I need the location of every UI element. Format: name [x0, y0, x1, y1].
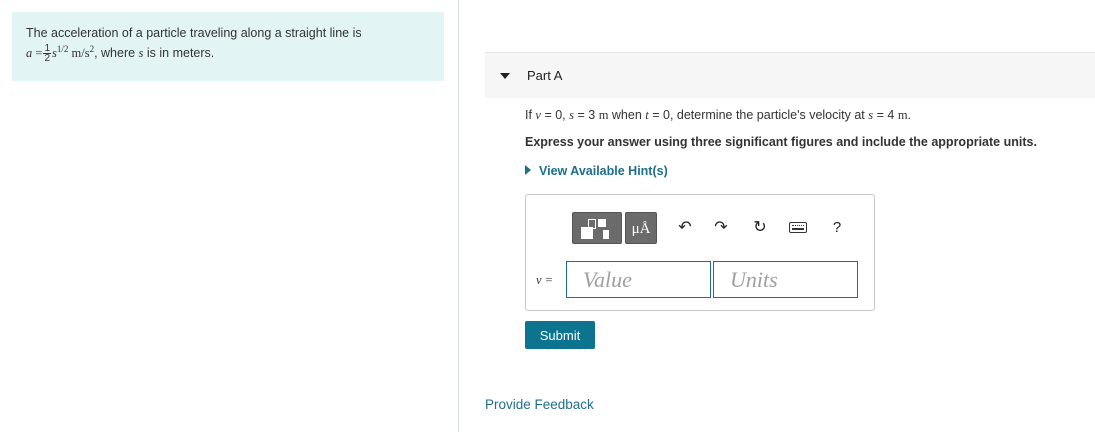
part-title: Part A: [527, 68, 563, 83]
keyboard-icon[interactable]: [786, 212, 810, 244]
q-eq2: = 3: [574, 108, 599, 122]
q-end: .: [907, 108, 912, 122]
eq-fraction: 12: [43, 44, 51, 65]
view-hints-link[interactable]: View Available Hint(s): [525, 164, 668, 178]
left-column: The acceleration of a particle traveling…: [0, 0, 459, 432]
answer-variable-label: v =: [536, 273, 554, 287]
eq-equals: =: [32, 46, 43, 61]
eq-frac-den: 2: [44, 53, 50, 65]
templates-icon-part: [603, 230, 609, 239]
q-when: when: [608, 108, 646, 122]
problem-line-1: The acceleration of a particle traveling…: [26, 26, 362, 40]
question-text: If v = 0, s = 3 m when t = 0, determine …: [525, 108, 911, 123]
value-input[interactable]: [567, 262, 710, 297]
keyboard-glyph: [789, 222, 807, 233]
answer-box: μÅ ↶ ↷ ↻ ? v =: [525, 194, 875, 311]
templates-button[interactable]: [572, 212, 622, 244]
eq-exponent: 1/2: [56, 44, 69, 54]
caret-right-icon: [525, 165, 531, 175]
eq-tail-2: is in meters.: [143, 46, 215, 61]
submit-button[interactable]: Submit: [525, 321, 595, 349]
templates-icon-part: [598, 219, 606, 227]
q-m: m: [598, 108, 609, 122]
redo-icon[interactable]: ↷: [709, 212, 733, 244]
reset-icon[interactable]: ↻: [748, 212, 772, 244]
templates-icon-part: [581, 227, 593, 239]
q-m2: m: [897, 108, 908, 122]
hint-label: View Available Hint(s): [539, 164, 668, 178]
units-button[interactable]: μÅ: [625, 212, 657, 244]
q-prefix: If: [525, 108, 536, 122]
eq-tail-1: , where: [94, 46, 139, 61]
eq-unit: m/s: [68, 46, 90, 61]
q-eq4: = 4: [873, 108, 898, 122]
units-input[interactable]: [714, 262, 857, 297]
help-icon[interactable]: ?: [825, 212, 849, 244]
q-eq3: = 0, determine the particle's velocity a…: [648, 108, 869, 122]
value-field[interactable]: [566, 261, 711, 298]
provide-feedback-link[interactable]: Provide Feedback: [485, 397, 594, 412]
instruction-text: Express your answer using three signific…: [525, 135, 1037, 149]
units-field[interactable]: [713, 261, 858, 298]
problem-statement: The acceleration of a particle traveling…: [12, 12, 444, 81]
caret-down-icon[interactable]: [500, 73, 510, 79]
q-eq1: = 0,: [540, 108, 570, 122]
undo-icon[interactable]: ↶: [673, 212, 697, 244]
part-a-header[interactable]: Part A: [485, 52, 1095, 98]
problem-line-2: a = 1 2 s1/2 m/s2, where s is in meters.: [26, 41, 430, 65]
